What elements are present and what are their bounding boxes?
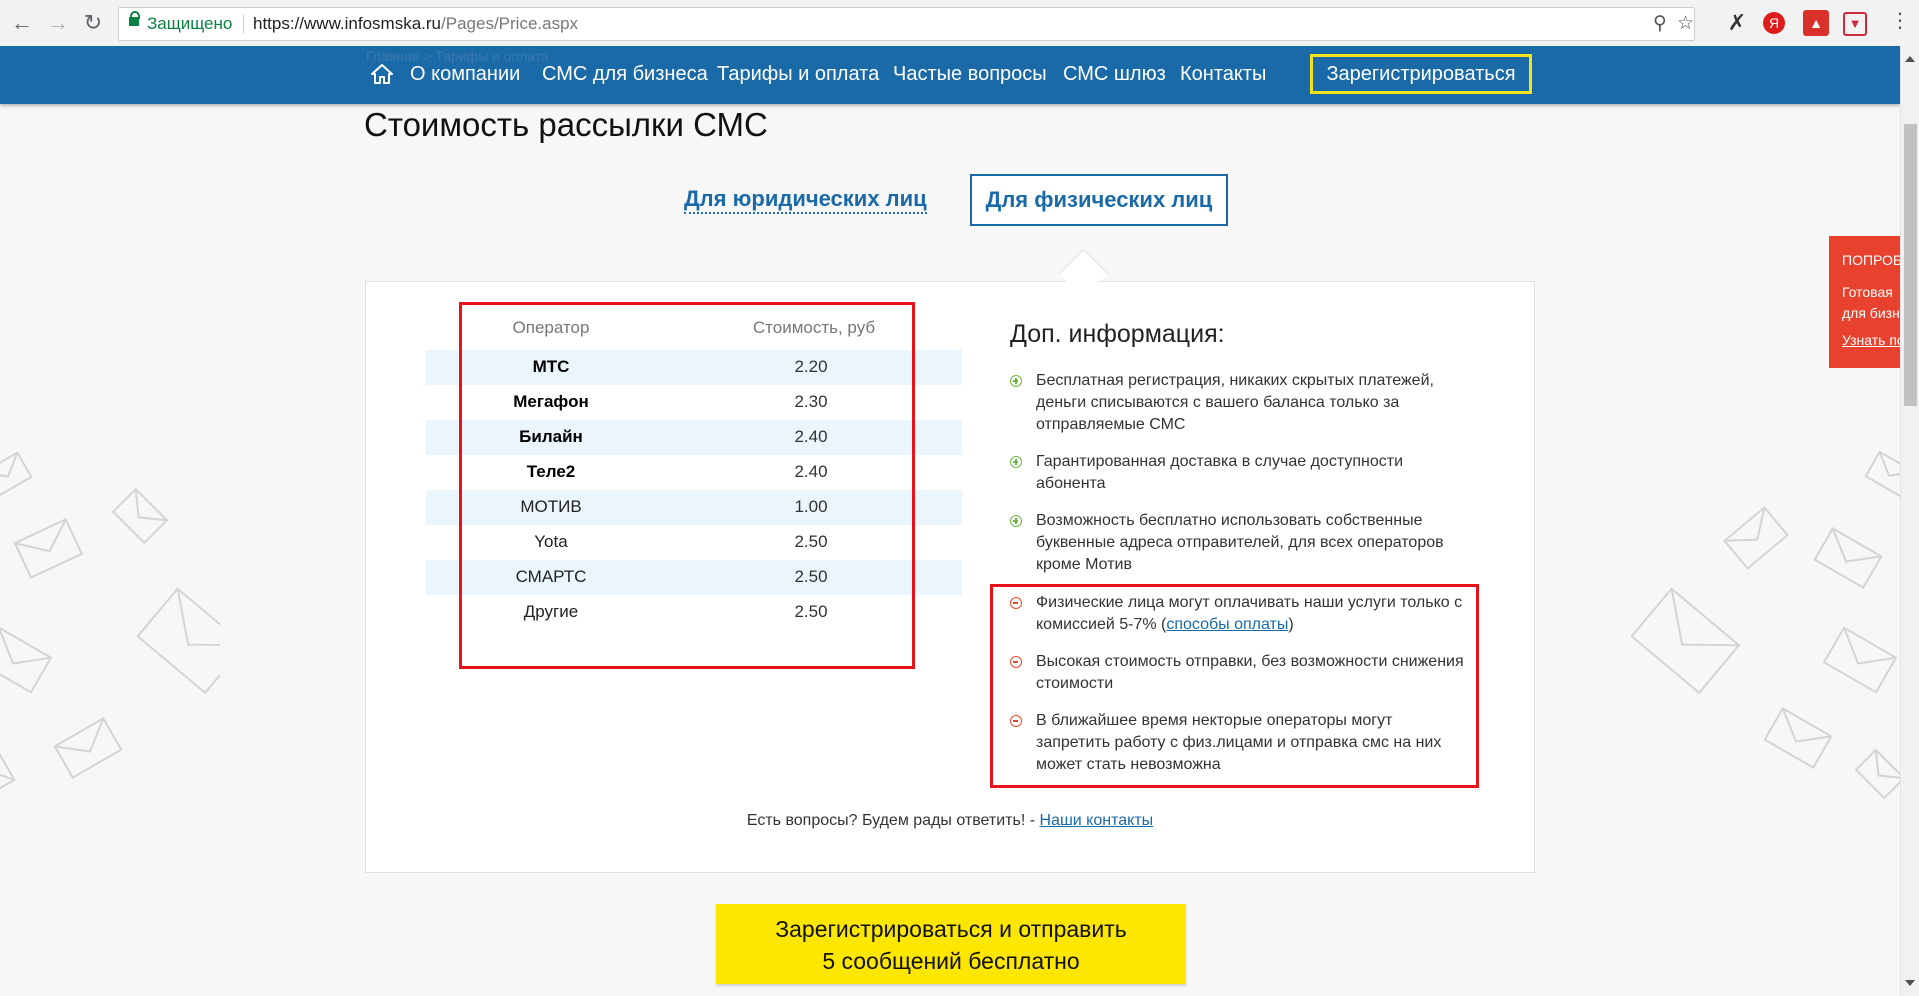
contact-text: Есть вопросы? Будем рады ответить! -	[746, 812, 1040, 829]
promo-title: ПОПРОБУЙТЕ	[1842, 252, 1900, 268]
browser-menu-icon[interactable]: ⋮	[1890, 8, 1910, 33]
nav-faq[interactable]: Частые вопросы	[893, 63, 1047, 86]
bookmark-star-icon[interactable]: ☆	[1677, 12, 1694, 35]
info-pro-item: Возможность бесплатно использовать собст…	[1010, 510, 1470, 576]
contact-line: Есть вопросы? Будем рады ответить! - Наш…	[365, 812, 1535, 830]
plus-circle-icon	[1010, 456, 1022, 468]
nav-contacts[interactable]: Контакты	[1180, 63, 1266, 86]
site-navbar: О компании СМС для бизнеса Тарифы и опла…	[0, 46, 1900, 104]
register-free-sms-button[interactable]: Зарегистрироваться и отправить 5 сообщен…	[716, 904, 1186, 984]
url-text[interactable]: https://www.infosmska.ru/Pages/Price.asp…	[253, 14, 578, 34]
page-scrollbar[interactable]	[1900, 46, 1919, 996]
secure-label: Защищено	[147, 14, 233, 33]
promo-line-1: Готовая	[1842, 284, 1893, 300]
nav-sms-gateway[interactable]: СМС шлюз	[1063, 63, 1166, 86]
nav-tariffs[interactable]: Тарифы и оплата	[717, 63, 879, 86]
url-path: /Pages/Price.aspx	[441, 14, 579, 33]
scroll-thumb[interactable]	[1904, 124, 1917, 406]
pdf-extension-icon[interactable]: ▲	[1803, 10, 1829, 36]
forward-arrow-icon[interactable]: →	[44, 9, 72, 37]
browser-toolbar: ← → ↻ Защищено https://www.infosmska.ru/…	[0, 0, 1919, 47]
promo-text: Готовая для бизн	[1842, 282, 1900, 324]
nav-sms-business[interactable]: СМС для бизнеса	[542, 63, 708, 86]
home-icon[interactable]	[370, 63, 394, 85]
contacts-link[interactable]: Наши контакты	[1040, 812, 1154, 829]
pocket-extension-icon[interactable]: ▼	[1843, 12, 1867, 36]
side-promo-banner[interactable]: ПОПРОБУЙТЕ Готовая для бизн Узнать по	[1829, 236, 1900, 368]
address-bar[interactable]: Защищено https://www.infosmska.ru/Pages/…	[118, 7, 1695, 41]
info-pro-text: Гарантированная доставка в случае доступ…	[1036, 453, 1403, 492]
envelopes-decoration-right	[1630, 450, 1900, 800]
zoom-icon[interactable]: ⚲	[1653, 12, 1667, 35]
promo-link[interactable]: Узнать по	[1842, 332, 1900, 348]
tab-individuals[interactable]: Для физических лиц	[970, 174, 1228, 226]
yandex-extension-icon[interactable]: Я	[1763, 12, 1785, 34]
highlight-box-prices	[459, 302, 915, 669]
cta-line-1: Зарегистрироваться и отправить	[775, 916, 1127, 942]
lock-icon	[129, 11, 140, 26]
breadcrumb-ghost: Главная > Тарифы и оплата	[366, 48, 549, 64]
register-button[interactable]: Зарегистрироваться	[1310, 54, 1532, 94]
tab-legal-entities[interactable]: Для юридических лиц	[684, 186, 927, 214]
page-title: Стоимость рассылки СМС	[364, 106, 768, 143]
panel-pointer-mask	[1055, 282, 1111, 298]
scroll-up-arrow-icon[interactable]	[1905, 56, 1915, 62]
plus-circle-icon	[1010, 375, 1022, 387]
scroll-down-arrow-icon[interactable]	[1905, 980, 1915, 986]
envelopes-decoration-left	[0, 451, 220, 794]
cta-line-2: 5 сообщений бесплатно	[822, 948, 1080, 974]
plus-circle-icon	[1010, 515, 1022, 527]
info-pro-text: Возможность бесплатно использовать собст…	[1036, 512, 1444, 573]
back-arrow-icon[interactable]: ←	[8, 9, 36, 37]
extension-x-icon[interactable]: ✗	[1724, 10, 1750, 36]
reload-icon[interactable]: ↻	[79, 9, 107, 37]
nav-about[interactable]: О компании	[410, 63, 520, 86]
omnibox-divider	[243, 14, 244, 34]
info-pro-text: Бесплатная регистрация, никаких скрытых …	[1036, 372, 1434, 433]
highlight-box-cons	[990, 584, 1479, 788]
url-host: https://www.infosmska.ru	[253, 14, 442, 33]
info-pro-item: Гарантированная доставка в случае доступ…	[1010, 451, 1470, 495]
info-title: Доп. информация:	[1010, 320, 1225, 348]
info-pro-item: Бесплатная регистрация, никаких скрытых …	[1010, 370, 1470, 436]
promo-line-2: для бизн	[1842, 305, 1900, 321]
